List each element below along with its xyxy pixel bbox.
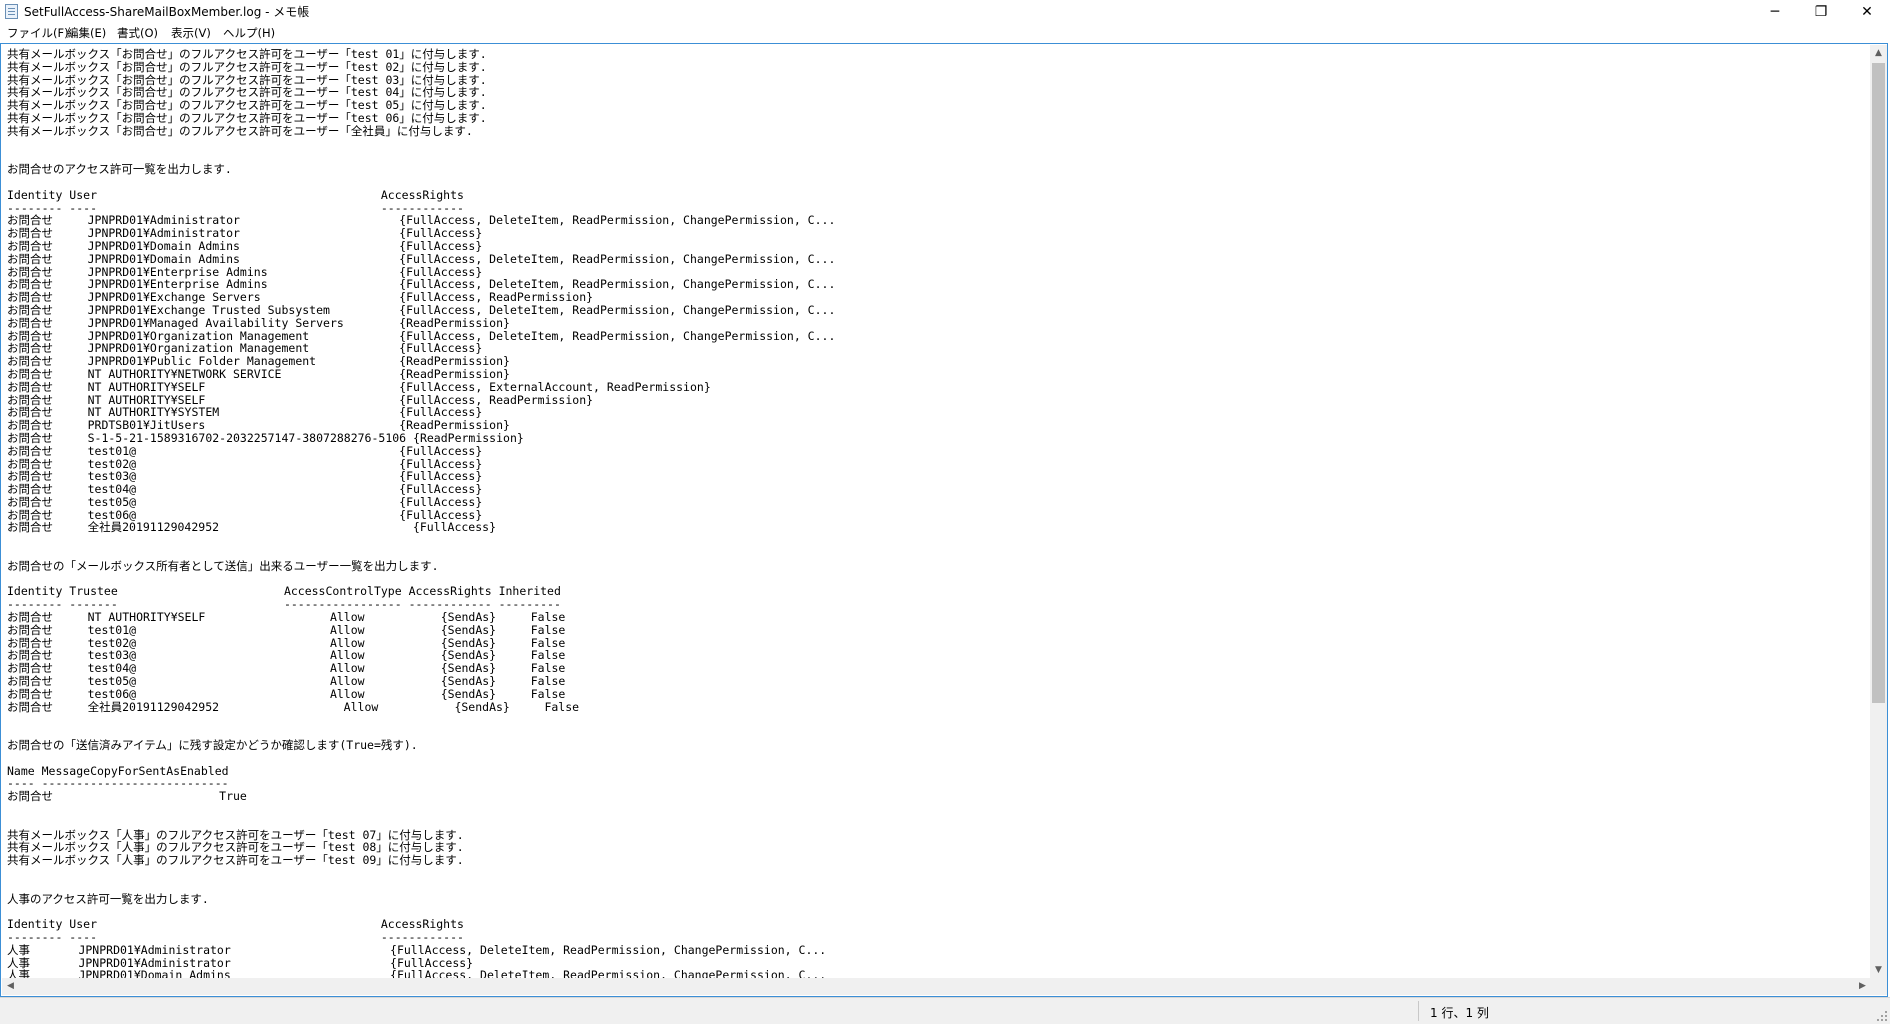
scroll-left-arrow-icon[interactable]: ◀	[2, 978, 19, 995]
minimize-button[interactable]: ─	[1752, 0, 1798, 24]
document-text[interactable]: 共有メールボックス「お問合せ」のフルアクセス許可をユーザー「test 01」に付…	[2, 45, 1871, 979]
menu-view[interactable]: 表示(V)	[171, 26, 211, 41]
scroll-down-arrow-icon[interactable]: ▼	[1870, 962, 1887, 979]
scroll-up-arrow-icon[interactable]: ▲	[1870, 45, 1887, 62]
close-button[interactable]: ✕	[1844, 0, 1890, 24]
vertical-scrollbar[interactable]: ▲ ▼	[1870, 45, 1887, 979]
resize-grip-icon[interactable]	[1876, 1010, 1888, 1022]
scroll-corner	[1870, 978, 1887, 995]
status-bar: 1 行、1 列	[0, 997, 1890, 1024]
window-title: SetFullAccess-ShareMailBoxMember.log - メ…	[24, 5, 310, 19]
notepad-icon	[5, 4, 18, 19]
title-bar: SetFullAccess-ShareMailBoxMember.log - メ…	[0, 0, 1890, 24]
menu-bar: ファイル(F) 編集(E) 書式(O) 表示(V) ヘルプ(H)	[0, 24, 1890, 43]
vertical-scroll-thumb[interactable]	[1872, 63, 1885, 703]
restore-button[interactable]: ❐	[1798, 0, 1844, 24]
menu-file[interactable]: ファイル(F)	[7, 26, 69, 41]
editor-frame: 共有メールボックス「お問合せ」のフルアクセス許可をユーザー「test 01」に付…	[0, 43, 1888, 997]
status-divider	[1418, 1001, 1419, 1021]
menu-edit[interactable]: 編集(E)	[67, 26, 106, 41]
menu-format[interactable]: 書式(O)	[117, 26, 158, 41]
horizontal-scrollbar[interactable]: ◀ ▶	[2, 978, 1871, 995]
text-editor[interactable]: 共有メールボックス「お問合せ」のフルアクセス許可をユーザー「test 01」に付…	[2, 45, 1871, 979]
cursor-position: 1 行、1 列	[1430, 1006, 1489, 1020]
scroll-right-arrow-icon[interactable]: ▶	[1854, 978, 1871, 995]
menu-help[interactable]: ヘルプ(H)	[223, 26, 275, 41]
